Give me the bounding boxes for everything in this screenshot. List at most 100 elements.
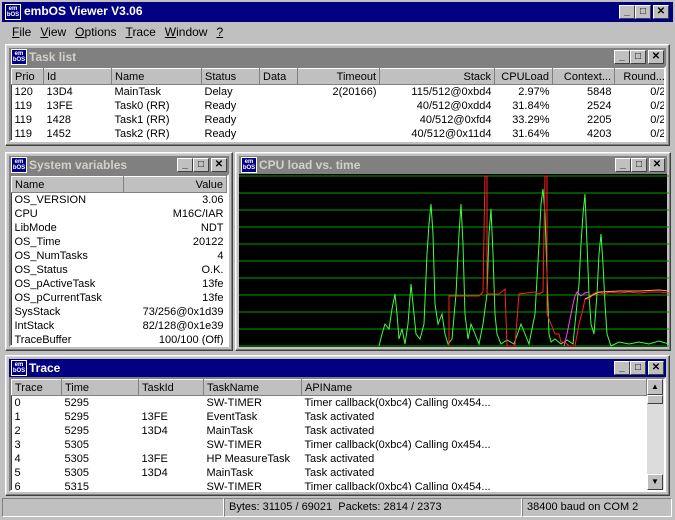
sysvars-row[interactable]: LibMode NDT <box>12 221 227 235</box>
trace-row[interactable]: 5 5305 13D4 MainTask Task activated <box>12 466 647 480</box>
menu-trace[interactable]: Trace <box>122 25 161 39</box>
sysvars-cell: 20122 <box>192 236 224 248</box>
trace-column-header[interactable]: APIName <box>301 379 647 396</box>
tasklist-cell: 31.64% <box>512 128 550 140</box>
sysvars-table: Name Value OS_VERSION 3.06 CPU M16C/IAR LibMo… <box>11 176 227 346</box>
sysvars-row[interactable]: TraceBuffer 100/100 (Off) <box>12 333 227 346</box>
menu-help[interactable]: ? <box>212 25 228 39</box>
embos-window-icon[interactable]: em bOS <box>11 157 27 173</box>
trace-titlebar[interactable]: em bOS Trace _ □ ✕ <box>9 359 666 377</box>
embos-window-icon[interactable]: em bOS <box>241 157 257 173</box>
trace-cell: 5315 <box>64 481 89 490</box>
tasklist-close-button[interactable]: ✕ <box>648 50 664 64</box>
minimize-button[interactable]: _ <box>619 5 635 19</box>
menu-window[interactable]: Window <box>161 25 213 39</box>
tasklist-cell: 5848 <box>587 86 612 98</box>
embos-window-icon[interactable]: em bOS <box>11 360 27 376</box>
sysvars-row[interactable]: OS_pActiveTask 13fe <box>12 277 227 291</box>
tasklist-column-header[interactable]: Name <box>111 68 202 85</box>
embos-app-icon[interactable]: em bOS <box>5 4 21 20</box>
tasklist-maximize-button[interactable]: □ <box>630 50 646 64</box>
embos-window-icon[interactable]: em bOS <box>11 49 27 65</box>
tasklist-column-header[interactable]: Id <box>43 68 112 85</box>
trace-vertical-scrollbar[interactable]: ▲ ▼ <box>647 379 664 490</box>
tasklist-cell: 40/512@0xfd4 <box>419 114 492 126</box>
sysvars-row[interactable]: OS_pCurrentTask 13fe <box>12 291 227 305</box>
trace-row[interactable]: 2 5295 13D4 MainTask Task activated <box>12 424 647 438</box>
trace-close-button[interactable]: ✕ <box>648 361 664 375</box>
sysvars-cell: TraceBuffer <box>14 334 72 346</box>
trace-cell: MainTask <box>206 467 253 479</box>
sysvars-cell: 73/256@0x1d39 <box>142 306 224 318</box>
tasklist-window: em bOS Task list _ □ ✕ Prio Id Name Status Da… <box>5 44 670 146</box>
cpuload-minimize-button[interactable]: _ <box>615 158 631 172</box>
sysvars-cell: 4 <box>217 250 224 262</box>
sysvars-row[interactable]: CPU M16C/IAR <box>12 207 227 221</box>
sysvars-column-header[interactable]: Value <box>123 176 227 193</box>
trace-cell: 5305 <box>64 453 89 465</box>
sysvars-column-header[interactable]: Name <box>11 176 124 193</box>
tasklist-titlebar[interactable]: em bOS Task list _ □ ✕ <box>9 48 666 66</box>
trace-row[interactable]: 6 5315 SW-TIMER Timer callback(0xbc4) Calli… <box>12 480 647 490</box>
tasklist-row[interactable]: 119 1452 Task2 (RR) Ready 40/512@0x11d4 31.64… <box>12 127 665 140</box>
close-button[interactable]: ✕ <box>653 5 669 19</box>
scroll-down-icon[interactable]: ▼ <box>647 474 663 490</box>
status-connection: 38400 baud on COM 2 <box>522 498 672 517</box>
status-packets: Packets: 2814 / 2373 <box>338 501 442 513</box>
trace-column-header[interactable]: TaskName <box>203 379 302 396</box>
sysvars-cell: OS_VERSION <box>14 194 87 206</box>
scroll-up-icon[interactable]: ▲ <box>647 379 663 395</box>
status-bytes-packets: Bytes: 31105 / 69021 Packets: 2814 / 237… <box>224 498 522 517</box>
cpuload-close-button[interactable]: ✕ <box>649 158 665 172</box>
sysvars-row[interactable]: OS_NumTasks 4 <box>12 249 227 263</box>
trace-row[interactable]: 3 5305 SW-TIMER Timer callback(0xbc4) Calli… <box>12 438 647 452</box>
cpuload-titlebar[interactable]: em bOS CPU load vs. time _ □ ✕ <box>239 156 667 174</box>
tasklist-column-header[interactable]: Stack <box>379 68 495 85</box>
sysvars-cell: NDT <box>200 222 224 234</box>
trace-row[interactable]: 4 5305 13FE HP MeasureTask Task activated <box>12 452 647 466</box>
sysvars-minimize-button[interactable]: _ <box>177 158 193 172</box>
tasklist-column-header[interactable]: Timeout <box>297 68 380 85</box>
tasklist-row[interactable]: 119 13FE Task0 (RR) Ready 40/512@0xdd4 31.84%… <box>12 99 665 113</box>
trace-cell: Task activated <box>304 467 375 479</box>
tasklist-column-header[interactable]: Status <box>201 68 260 85</box>
tasklist-cell: 0/2 <box>650 114 666 126</box>
sysvars-row[interactable]: IntStack 82/128@0x1e39 <box>12 319 227 333</box>
cpuload-maximize-button[interactable]: □ <box>631 158 647 172</box>
sysvars-cell: O.K. <box>201 264 224 276</box>
tasklist-column-header[interactable]: Data <box>259 68 298 85</box>
sysvars-maximize-button[interactable]: □ <box>193 158 209 172</box>
tasklist-column-header[interactable]: Context... <box>552 68 615 85</box>
sysvars-row[interactable]: OS_Status O.K. <box>12 263 227 277</box>
trace-row[interactable]: 0 5295 SW-TIMER Timer callback(0xbc4) Calli… <box>12 396 647 411</box>
tasklist-row[interactable]: 119 1428 Task1 (RR) Ready 40/512@0xfd4 33.29%… <box>12 113 666 127</box>
trace-column-header[interactable]: Time <box>61 379 139 396</box>
status-cell-empty <box>2 498 224 517</box>
trace-column-header[interactable]: TaskId <box>138 379 204 396</box>
maximize-button[interactable]: □ <box>635 5 651 19</box>
tasklist-column-header[interactable]: CPULoad <box>494 68 553 85</box>
menu-options[interactable]: Options <box>71 25 121 39</box>
tasklist-row[interactable]: 120 13D4 MainTask Delay 2(20166) 115/512@0xbd… <box>12 85 665 100</box>
trace-cell: 5295 <box>64 411 89 423</box>
trace-row[interactable]: 1 5295 13FE EventTask Task activated <box>12 410 647 424</box>
sysvars-cell: IntStack <box>14 320 55 332</box>
sysvars-close-button[interactable]: ✕ <box>211 158 227 172</box>
trace-cell: 5 <box>14 467 21 479</box>
trace-minimize-button[interactable]: _ <box>614 361 630 375</box>
menu-file[interactable]: File <box>8 25 36 39</box>
status-connection-text: 38400 baud on COM 2 <box>527 501 639 513</box>
sysvars-titlebar[interactable]: em bOS System variables _ □ ✕ <box>9 156 229 174</box>
sysvars-row[interactable]: SysStack 73/256@0x1d39 <box>12 305 227 319</box>
tasklist-cell <box>260 127 298 140</box>
tasklist-minimize-button[interactable]: _ <box>614 50 630 64</box>
tasklist-column-header[interactable]: Prio <box>11 68 44 85</box>
trace-column-header[interactable]: Trace <box>11 379 62 396</box>
trace-cell: 5305 <box>64 439 89 451</box>
sysvars-row[interactable]: OS_Time 20122 <box>12 235 227 249</box>
trace-maximize-button[interactable]: □ <box>630 361 646 375</box>
menu-view[interactable]: View <box>36 25 71 39</box>
sysvars-row[interactable]: OS_VERSION 3.06 <box>12 193 227 208</box>
scroll-thumb[interactable] <box>647 395 663 404</box>
tasklist-column-header[interactable]: Round... <box>614 68 664 85</box>
